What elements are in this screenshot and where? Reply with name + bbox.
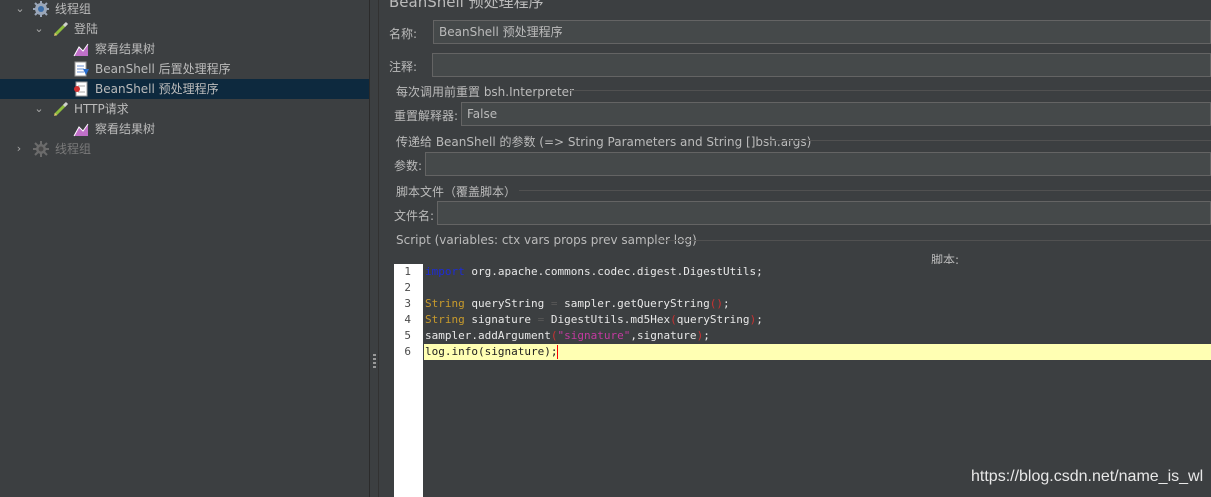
code-line[interactable]: sampler.addArgument("signature",signatur… — [425, 328, 710, 344]
file-section-title: 脚本文件（覆盖脚本） — [396, 185, 517, 199]
chevron-right-icon[interactable]: › — [14, 139, 24, 159]
filename-label: 文件名: — [394, 209, 435, 223]
params-section-title: 传递给 BeanShell 的参数 (=> String Parameters … — [396, 135, 812, 149]
reset-interpreter-label: 重置解释器: — [394, 109, 459, 123]
test-plan-tree[interactable]: ⌄ 线程组 ⌄ 登陆 察看结果树 BeanShell 后置处理程序 BeanSh… — [0, 0, 369, 497]
reset-section-title: 每次调用前重置 bsh.Interpreter — [396, 85, 574, 99]
tree-node-thread-group-disabled[interactable]: › 线程组 — [0, 139, 369, 159]
code-line[interactable]: import org.apache.commons.codec.digest.D… — [425, 264, 763, 280]
filename-field[interactable] — [437, 201, 1211, 225]
comment-label: 注释: — [389, 60, 418, 74]
chevron-down-icon[interactable]: ⌄ — [34, 19, 44, 39]
line-number: 1 — [404, 265, 411, 278]
line-number-gutter: 1 2 3 4 5 6 — [394, 264, 423, 497]
line-number: 5 — [404, 329, 411, 342]
chevron-down-icon[interactable]: ⌄ — [34, 99, 44, 119]
tree-node-thread-group[interactable]: ⌄ 线程组 — [0, 0, 369, 19]
tree-node-label: HTTP请求 — [74, 102, 129, 116]
tree-node-label: 察看结果树 — [95, 122, 156, 136]
text-caret — [557, 345, 559, 359]
name-label: 名称: — [389, 27, 418, 41]
splitter-grip-icon[interactable] — [373, 354, 376, 368]
tree-node-label: 线程组 — [55, 142, 92, 156]
tree-node-http-request[interactable]: ⌄ HTTP请求 — [0, 99, 369, 119]
tree-node-label: 登陆 — [74, 22, 99, 36]
beanshell-preprocessor-panel: BeanShell 预处理程序 名称: BeanShell 预处理程序 注释: … — [379, 0, 1211, 497]
sampler-pencil-icon — [53, 101, 69, 117]
code-line[interactable]: log.info(signature); — [425, 344, 559, 360]
gear-icon — [33, 141, 49, 157]
tree-node-label: BeanShell 预处理程序 — [95, 82, 219, 96]
tree-node-beanshell-postprocessor[interactable]: BeanShell 后置处理程序 — [0, 59, 369, 79]
panel-splitter[interactable] — [369, 0, 379, 497]
reset-interpreter-select[interactable]: False — [461, 102, 1211, 126]
comment-field[interactable] — [432, 53, 1211, 77]
tree-node-view-results-tree[interactable]: 察看结果树 — [0, 119, 369, 139]
pre-processor-icon — [73, 81, 89, 97]
params-label: 参数: — [394, 159, 423, 173]
results-tree-icon — [73, 121, 89, 137]
results-tree-icon — [73, 41, 89, 57]
sampler-pencil-icon — [53, 21, 69, 37]
tree-node-view-results-tree[interactable]: 察看结果树 — [0, 39, 369, 59]
code-line[interactable]: String signature = DigestUtils.md5Hex(qu… — [425, 312, 763, 328]
section-divider — [657, 240, 1211, 241]
name-field[interactable]: BeanShell 预处理程序 — [433, 20, 1211, 44]
tree-node-label: 察看结果树 — [95, 42, 156, 56]
section-divider — [519, 190, 1211, 191]
code-line[interactable]: String queryString = sampler.getQueryStr… — [425, 296, 730, 312]
script-editor[interactable]: 1 2 3 4 5 6 import org.apache.commons.co… — [394, 264, 1211, 497]
watermark-text: https://blog.csdn.net/name_is_wl — [971, 468, 1204, 485]
params-field[interactable] — [425, 152, 1211, 176]
tree-node-login-sampler[interactable]: ⌄ 登陆 — [0, 19, 369, 39]
gear-icon — [33, 1, 49, 17]
line-number: 6 — [404, 345, 411, 358]
script-section-title: Script (variables: ctx vars props prev s… — [396, 233, 697, 247]
line-number: 3 — [404, 297, 411, 310]
tree-node-label: BeanShell 后置处理程序 — [95, 62, 231, 76]
section-divider — [763, 140, 1211, 141]
page-title: BeanShell 预处理程序 — [389, 0, 544, 11]
tree-node-beanshell-preprocessor[interactable]: BeanShell 预处理程序 — [0, 79, 369, 99]
post-processor-icon — [73, 61, 89, 77]
line-number: 4 — [404, 313, 411, 326]
chevron-down-icon[interactable]: ⌄ — [15, 0, 25, 19]
section-divider — [569, 90, 1211, 91]
line-number: 2 — [404, 281, 411, 294]
tree-node-label: 线程组 — [55, 2, 92, 16]
